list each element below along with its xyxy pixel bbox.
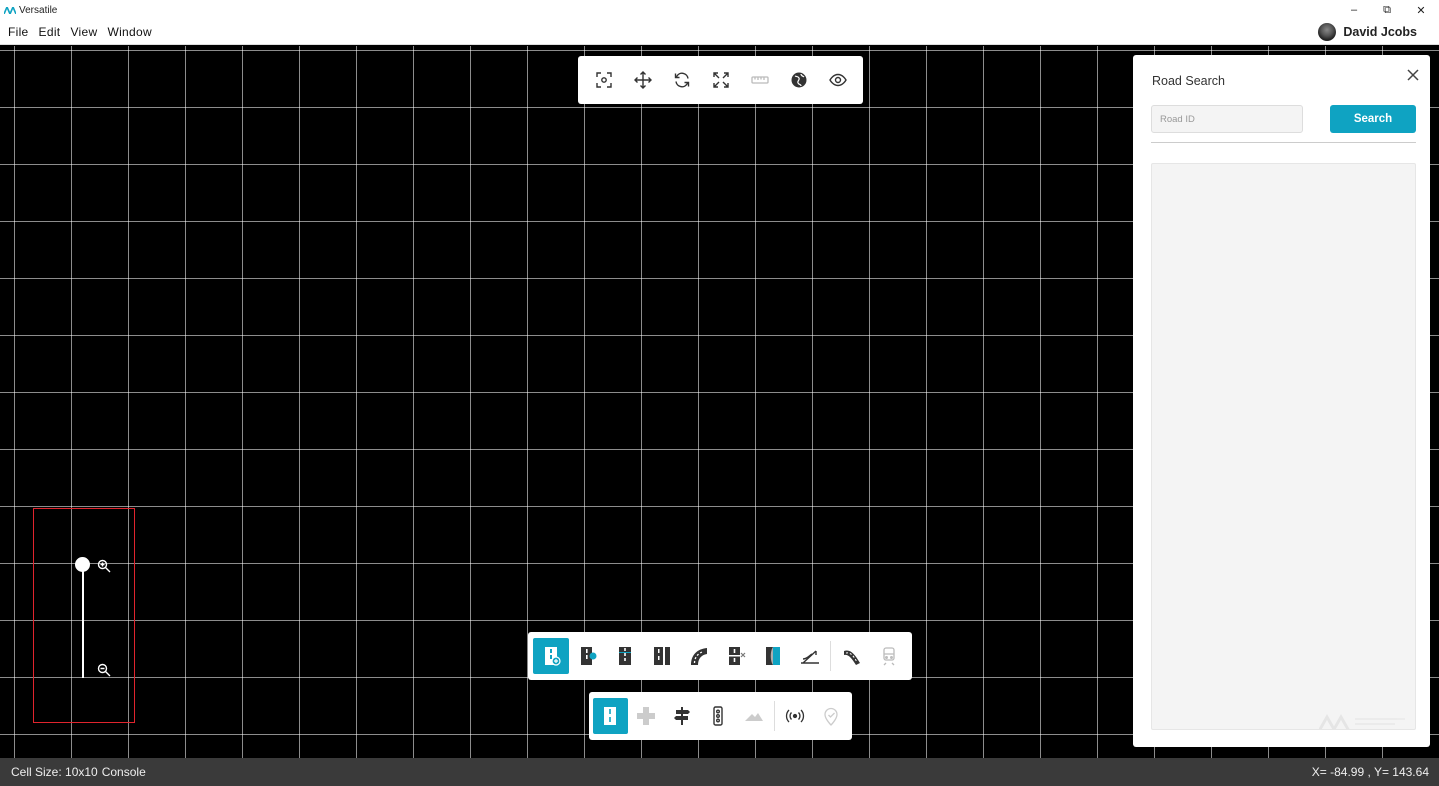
avatar bbox=[1318, 23, 1337, 41]
app-logo-icon bbox=[4, 6, 16, 14]
zoom-slider-knob[interactable] bbox=[75, 557, 90, 572]
road-ramp-icon[interactable] bbox=[834, 638, 870, 674]
menu-window[interactable]: Window bbox=[107, 25, 151, 39]
road-split-icon[interactable] bbox=[644, 638, 680, 674]
view-toolbar bbox=[578, 56, 863, 104]
road-side-icon[interactable] bbox=[755, 638, 791, 674]
zoom-slider-frame bbox=[33, 508, 135, 723]
search-button[interactable]: Search bbox=[1330, 105, 1416, 133]
zoom-out-icon[interactable] bbox=[97, 663, 111, 677]
signpost-icon[interactable] bbox=[665, 698, 700, 734]
road-node-icon[interactable] bbox=[570, 638, 606, 674]
road-toolbar bbox=[528, 632, 912, 680]
globe-icon[interactable] bbox=[784, 65, 814, 95]
focus-icon[interactable] bbox=[589, 65, 619, 95]
title-bar: Versatile bbox=[0, 0, 1439, 20]
zoom-slider-track[interactable] bbox=[82, 565, 84, 678]
road-search-panel: Road Search Search bbox=[1133, 55, 1430, 747]
panel-title: Road Search bbox=[1152, 74, 1225, 88]
status-bar: Cell Size: 10x10 Console X= -84.99 , Y= … bbox=[0, 758, 1439, 786]
app-title: Versatile bbox=[19, 4, 58, 16]
toolbar-separator bbox=[774, 701, 775, 731]
road-mode-icon[interactable] bbox=[592, 698, 628, 734]
menu-bar: File Edit View Window bbox=[0, 20, 1439, 45]
ruler-icon[interactable] bbox=[745, 65, 775, 95]
menu-view[interactable]: View bbox=[70, 25, 97, 39]
user-name: David Jcobs bbox=[1343, 25, 1417, 39]
close-window-button[interactable]: ✕ bbox=[1404, 0, 1438, 20]
road-add-icon[interactable] bbox=[532, 638, 569, 674]
close-icon[interactable] bbox=[1406, 68, 1420, 82]
menu-file[interactable]: File bbox=[8, 25, 29, 39]
move-icon[interactable] bbox=[628, 65, 658, 95]
road-lane-icon[interactable] bbox=[607, 638, 643, 674]
road-cut-icon[interactable] bbox=[718, 638, 754, 674]
toolbar-separator bbox=[830, 641, 831, 671]
divider bbox=[1151, 142, 1416, 143]
cell-size-label: Cell Size: 10x10 bbox=[11, 765, 98, 779]
watermark-logo bbox=[1319, 713, 1405, 729]
rotate-icon[interactable] bbox=[667, 65, 697, 95]
restore-button[interactable]: ⧉ bbox=[1370, 0, 1404, 20]
menu-edit[interactable]: Edit bbox=[39, 25, 61, 39]
console-button[interactable]: Console bbox=[102, 765, 146, 779]
railway-icon[interactable] bbox=[871, 638, 907, 674]
minimize-button[interactable]: – bbox=[1337, 0, 1371, 20]
traffic-light-icon[interactable] bbox=[701, 698, 736, 734]
terrain-icon[interactable] bbox=[737, 698, 772, 734]
element-toolbar bbox=[589, 692, 852, 740]
road-id-input[interactable] bbox=[1151, 105, 1303, 133]
fit-view-icon[interactable] bbox=[706, 65, 736, 95]
search-results-list[interactable] bbox=[1151, 163, 1416, 730]
cursor-coordinates: X= -84.99 , Y= 143.64 bbox=[1311, 765, 1429, 779]
eye-icon[interactable] bbox=[823, 65, 853, 95]
junction-icon[interactable] bbox=[629, 698, 664, 734]
road-elevation-icon[interactable] bbox=[792, 638, 828, 674]
zoom-in-icon[interactable] bbox=[97, 559, 111, 573]
marker-icon[interactable] bbox=[813, 698, 848, 734]
road-curve-icon[interactable] bbox=[681, 638, 717, 674]
user-account[interactable]: David Jcobs bbox=[1318, 21, 1417, 43]
signal-icon[interactable] bbox=[777, 698, 812, 734]
